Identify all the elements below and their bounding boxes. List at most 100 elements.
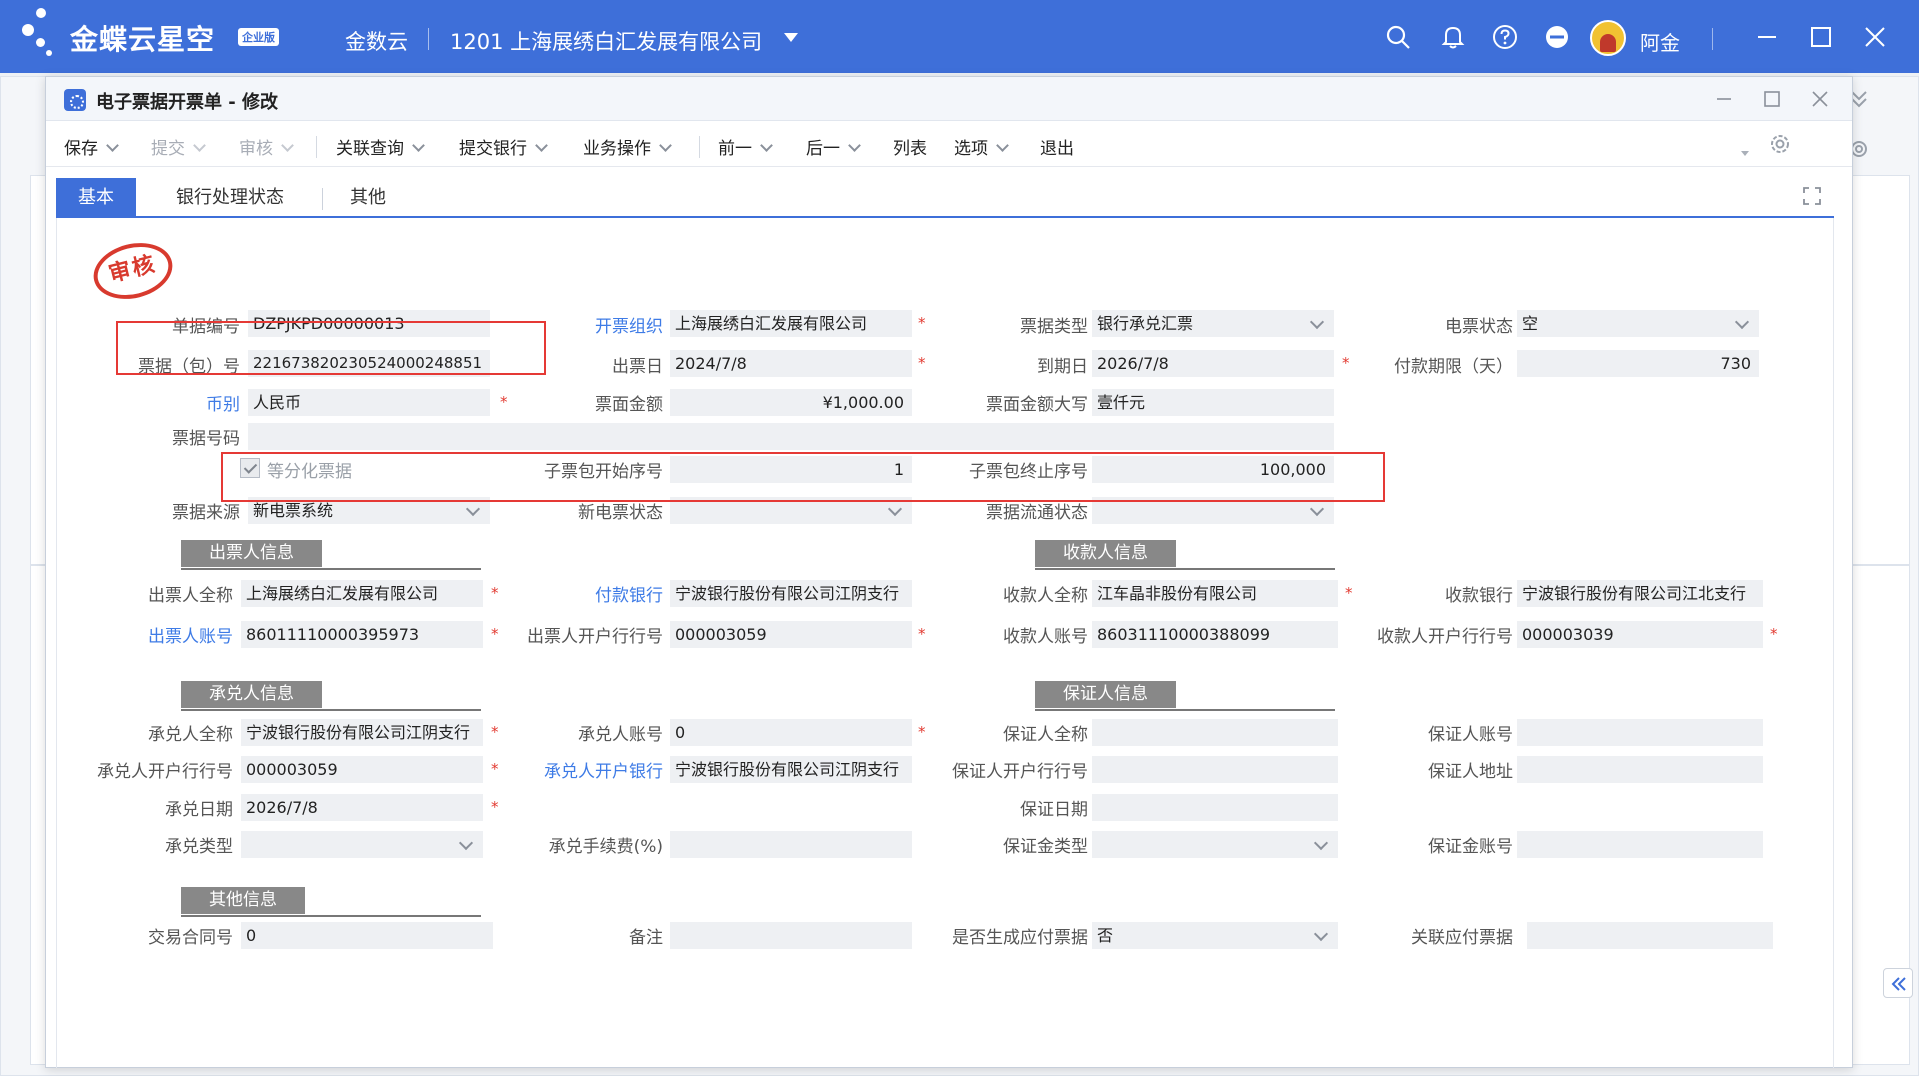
chevron-down-icon[interactable] <box>535 139 548 152</box>
bill-number-field[interactable] <box>248 423 1334 450</box>
tab-bank-status[interactable]: 银行处理状态 <box>176 178 284 218</box>
payee-bank-field[interactable]: 宁波银行股份有限公司江北支行 <box>1517 580 1763 607</box>
payee-bank-no-field[interactable]: 000003039 <box>1517 621 1763 648</box>
app-logo[interactable]: 金蝶云星空 企业版 <box>22 8 292 64</box>
tab-basic[interactable]: 基本 <box>56 178 136 218</box>
remark-field[interactable] <box>670 922 912 949</box>
prev-button[interactable]: 前一 <box>718 134 773 159</box>
toolbar-divider <box>699 136 700 158</box>
collapse-side-button[interactable] <box>1883 968 1913 998</box>
bell-icon[interactable] <box>1440 24 1466 50</box>
face-amount-cn-label: 票面金额大写 <box>986 395 1088 415</box>
guarantor-name-field[interactable] <box>1092 719 1338 746</box>
currency-field[interactable]: 人民币 <box>248 389 490 416</box>
section-acceptor: 承兑人信息 <box>181 681 481 711</box>
issue-org-field[interactable]: 上海展绣白汇发展有限公司 <box>670 310 912 337</box>
chevron-down-icon[interactable] <box>996 139 1009 152</box>
guarantor-account-field[interactable] <box>1517 719 1763 746</box>
acceptor-date-field[interactable]: 2026/7/8 <box>241 794 483 821</box>
dialog-maximize-icon[interactable] <box>1760 87 1784 111</box>
user-name[interactable]: 阿金 <box>1640 27 1680 56</box>
pay-bank-label[interactable]: 付款银行 <box>595 581 663 606</box>
close-icon[interactable] <box>1862 24 1888 50</box>
help-icon[interactable] <box>1492 24 1518 50</box>
section-underline <box>1035 568 1335 570</box>
tab-other[interactable]: 其他 <box>350 178 386 218</box>
deposit-account-field[interactable] <box>1517 831 1763 858</box>
issue-date-field[interactable]: 2024/7/8 <box>670 350 912 377</box>
chevron-down-icon[interactable] <box>412 139 425 152</box>
drawer-account-label[interactable]: 出票人账号 <box>148 622 233 647</box>
e-status-select[interactable]: 空 <box>1517 310 1759 337</box>
dialog-titlebar: 电子票据开票单 - 修改 <box>46 77 1852 121</box>
face-amount-cn-field[interactable]: 壹仟元 <box>1092 389 1334 416</box>
chevron-down-icon[interactable] <box>281 139 294 152</box>
chevron-down-icon[interactable] <box>760 139 773 152</box>
gear-icon[interactable] <box>1768 132 1792 156</box>
face-amount-field[interactable]: ¥1,000.00 <box>670 389 912 416</box>
brand-secondary[interactable]: 金数云 <box>345 26 408 56</box>
submit-button[interactable]: 提交 <box>151 134 206 159</box>
section-underline <box>181 568 481 570</box>
company-selector[interactable]: 1201 上海展绣白汇发展有限公司 <box>450 26 762 56</box>
pay-bank-field[interactable]: 宁波银行股份有限公司江阴支行 <box>670 580 912 607</box>
minimize-icon[interactable] <box>1754 24 1780 50</box>
acceptor-bank-field[interactable]: 宁波银行股份有限公司江阴支行 <box>670 756 912 783</box>
payee-name-field[interactable]: 江车晶非股份有限公司 <box>1092 580 1338 607</box>
chevron-down-icon[interactable] <box>106 139 119 152</box>
currency-label[interactable]: 币别 <box>206 390 240 415</box>
chevron-double-left-icon <box>1891 977 1906 991</box>
acceptor-bank-no-field[interactable]: 000003059 <box>241 756 483 783</box>
maximize-icon[interactable] <box>1808 24 1834 50</box>
chevron-down-icon[interactable] <box>848 139 861 152</box>
contract-field[interactable]: 0 <box>241 922 493 949</box>
chevron-down-icon[interactable] <box>193 139 206 152</box>
exit-button[interactable]: 退出 <box>1040 134 1074 159</box>
drawer-account-field[interactable]: 86011110000395973 <box>241 621 483 648</box>
related-query-button[interactable]: 关联查询 <box>336 134 425 159</box>
required-mark: * <box>491 625 499 643</box>
acceptor-fee-field[interactable] <box>670 831 912 858</box>
search-icon[interactable] <box>1385 24 1411 50</box>
options-button[interactable]: 选项 <box>954 134 1009 159</box>
business-ops-button[interactable]: 业务操作 <box>583 134 672 159</box>
caret-down-icon[interactable] <box>784 33 798 42</box>
pay-term-field[interactable]: 730 <box>1517 350 1759 377</box>
acceptor-name-field[interactable]: 宁波银行股份有限公司江阴支行 <box>241 719 483 746</box>
avatar[interactable] <box>1590 20 1626 56</box>
guarantor-address-field[interactable] <box>1517 756 1763 783</box>
payee-bank-no-label: 收款人开户行行号 <box>1377 627 1513 647</box>
required-mark: * <box>491 798 499 816</box>
minus-circle-icon[interactable] <box>1544 24 1570 50</box>
next-button[interactable]: 后一 <box>806 134 861 159</box>
drawer-name-field[interactable]: 上海展绣白汇发展有限公司 <box>241 580 483 607</box>
guarantor-bank-no-field[interactable] <box>1092 756 1338 783</box>
bill-type-select[interactable]: 银行承兑汇票 <box>1092 310 1334 337</box>
small-arrow-down-icon[interactable] <box>1739 147 1751 159</box>
list-button[interactable]: 列表 <box>893 134 927 159</box>
required-mark: * <box>491 760 499 778</box>
guarantor-date-field[interactable] <box>1092 794 1338 821</box>
acceptor-type-select[interactable] <box>241 831 483 858</box>
due-date-label: 到期日 <box>1037 357 1088 377</box>
expand-icon[interactable] <box>1802 186 1822 206</box>
edition-badge: 企业版 <box>238 28 279 46</box>
linked-payable-field[interactable] <box>1527 922 1773 949</box>
gen-payable-select[interactable]: 否 <box>1092 922 1338 949</box>
drawer-bank-no-field[interactable]: 000003059 <box>670 621 912 648</box>
acceptor-bank-label[interactable]: 承兑人开户银行 <box>544 757 663 782</box>
payee-bank-label: 收款银行 <box>1445 586 1513 606</box>
due-date-field[interactable]: 2026/7/8 <box>1092 350 1334 377</box>
deposit-type-select[interactable] <box>1092 831 1338 858</box>
issue-org-label[interactable]: 开票组织 <box>595 312 663 337</box>
chevron-down-icon[interactable] <box>659 139 672 152</box>
payee-account-field[interactable]: 86031110000388099 <box>1092 621 1338 648</box>
required-mark: * <box>918 354 926 372</box>
acceptor-account-field[interactable]: 0 <box>670 719 912 746</box>
dialog-close-icon[interactable] <box>1808 87 1832 111</box>
tab-divider <box>322 188 323 210</box>
dialog-minimize-icon[interactable] <box>1712 87 1736 111</box>
submit-bank-button[interactable]: 提交银行 <box>459 134 548 159</box>
save-button[interactable]: 保存 <box>64 134 119 159</box>
audit-button[interactable]: 审核 <box>239 134 294 159</box>
